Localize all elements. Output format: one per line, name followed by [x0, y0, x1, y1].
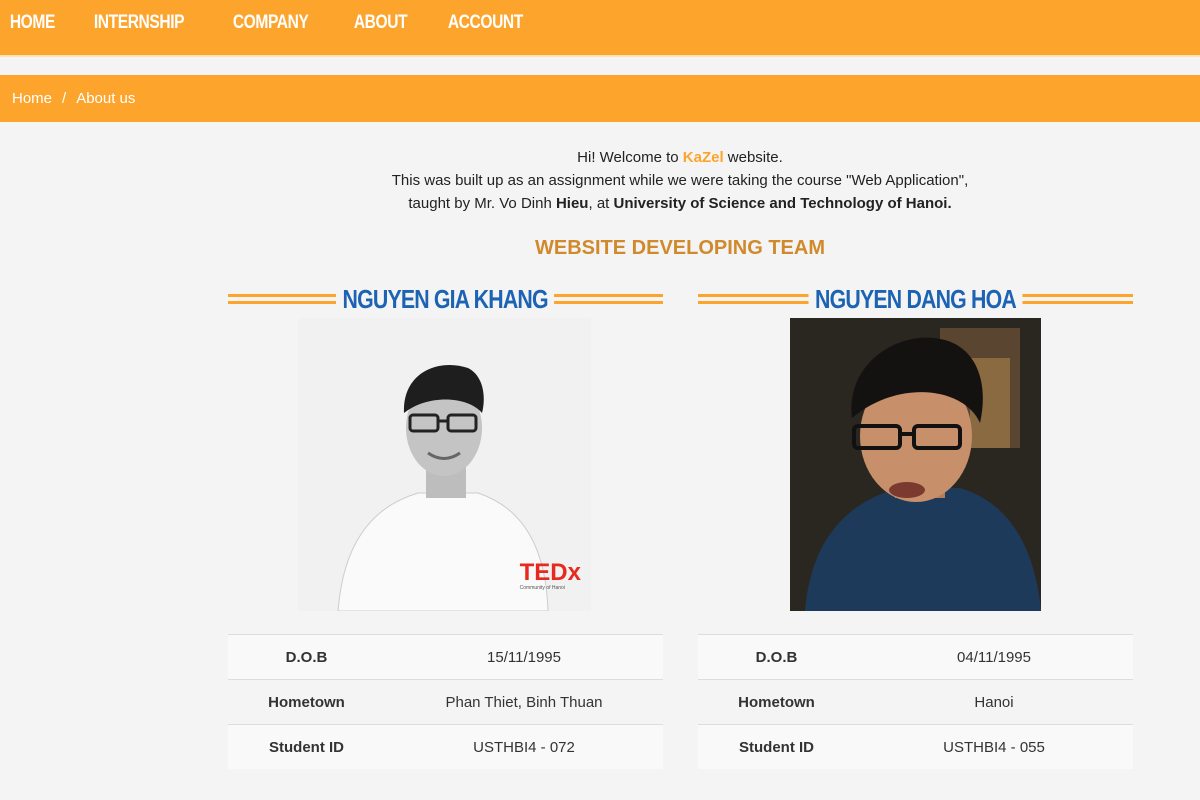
tedx-badge: TEDx: [519, 559, 581, 586]
teacher-prefix: taught by Mr. Vo Dinh: [408, 195, 556, 212]
info-key: D.O.B: [698, 634, 855, 680]
member-info-table: D.O.B 04/11/1995 Hometown Hanoi Student …: [698, 634, 1133, 769]
teacher-suffix: , at: [588, 195, 614, 212]
info-value: USTHBI4 - 072: [385, 724, 663, 769]
table-row: D.O.B 15/11/1995: [228, 634, 663, 680]
welcome-prefix: Hi! Welcome to: [577, 149, 683, 166]
welcome-suffix: website.: [723, 149, 783, 166]
nav-item-company[interactable]: COMPANY: [223, 0, 322, 55]
brand-name: KaZel: [682, 149, 724, 166]
info-key: Hometown: [698, 679, 855, 725]
member-card-hoa: NGUYEN DANG HOA D.O.B 04/11/1995 Hometow…: [698, 282, 1133, 769]
welcome-line-1: Hi! Welcome to KaZel website.: [180, 146, 1180, 169]
member-photo: [790, 318, 1041, 611]
tedx-logo: TEDx Community of Hanoi: [519, 559, 581, 592]
table-row: Student ID USTHBI4 - 072: [228, 724, 663, 769]
welcome-text: Hi! Welcome to KaZel website. This was b…: [180, 146, 1180, 215]
nav-item-account[interactable]: ACCOUNT: [438, 0, 537, 55]
teacher-name: Hieu: [555, 195, 589, 212]
info-key: D.O.B: [228, 634, 385, 680]
member-name-row: NGUYEN GIA KHANG: [228, 282, 663, 316]
member-name-wrap: NGUYEN DANG HOA: [698, 282, 1133, 316]
info-key: Hometown: [228, 679, 385, 725]
nav-item-about[interactable]: ABOUT: [344, 0, 421, 55]
member-name: NGUYEN DANG HOA: [808, 282, 1023, 316]
member-name-wrap: NGUYEN GIA KHANG: [228, 282, 663, 316]
info-value: 04/11/1995: [855, 634, 1133, 680]
nav-item-home[interactable]: HOME: [0, 0, 69, 55]
table-row: Hometown Hanoi: [698, 679, 1133, 725]
member-name: NGUYEN GIA KHANG: [336, 282, 555, 316]
table-row: Student ID USTHBI4 - 055: [698, 724, 1133, 769]
top-navbar: HOME INTERNSHIP COMPANY ABOUT ACCOUNT: [0, 0, 1200, 57]
breadcrumb-current: About us: [76, 90, 136, 107]
nav-item-internship[interactable]: INTERNSHIP: [84, 0, 198, 55]
breadcrumb-separator: /: [62, 90, 67, 107]
table-row: Hometown Phan Thiet, Binh Thuan: [228, 679, 663, 725]
info-value: Hanoi: [855, 679, 1133, 725]
nav-menu: HOME INTERNSHIP COMPANY ABOUT ACCOUNT: [0, 0, 1200, 55]
team-heading: WEBSITE DEVELOPING TEAM: [534, 237, 826, 259]
member-info-table: D.O.B 15/11/1995 Hometown Phan Thiet, Bi…: [228, 634, 663, 769]
info-value: Phan Thiet, Binh Thuan: [385, 679, 663, 725]
breadcrumb-home-link[interactable]: Home: [12, 90, 52, 107]
info-key: Student ID: [228, 724, 385, 769]
info-value: 15/11/1995: [385, 634, 663, 680]
nav-spacer: [0, 57, 1200, 75]
member-name-row: NGUYEN DANG HOA: [698, 282, 1133, 316]
info-value: USTHBI4 - 055: [855, 724, 1133, 769]
university-name: University of Science and Technology of …: [613, 195, 952, 212]
breadcrumb: Home / About us: [0, 75, 1200, 122]
info-key: Student ID: [698, 724, 855, 769]
member-photo: TEDx Community of Hanoi: [298, 318, 591, 611]
welcome-line-3: taught by Mr. Vo Dinh Hieu, at Universit…: [180, 192, 1180, 215]
table-row: D.O.B 04/11/1995: [698, 634, 1133, 680]
welcome-line-2: This was built up as an assignment while…: [391, 172, 969, 189]
member-card-khang: NGUYEN GIA KHANG TEDx Community of Hanoi…: [228, 282, 663, 769]
